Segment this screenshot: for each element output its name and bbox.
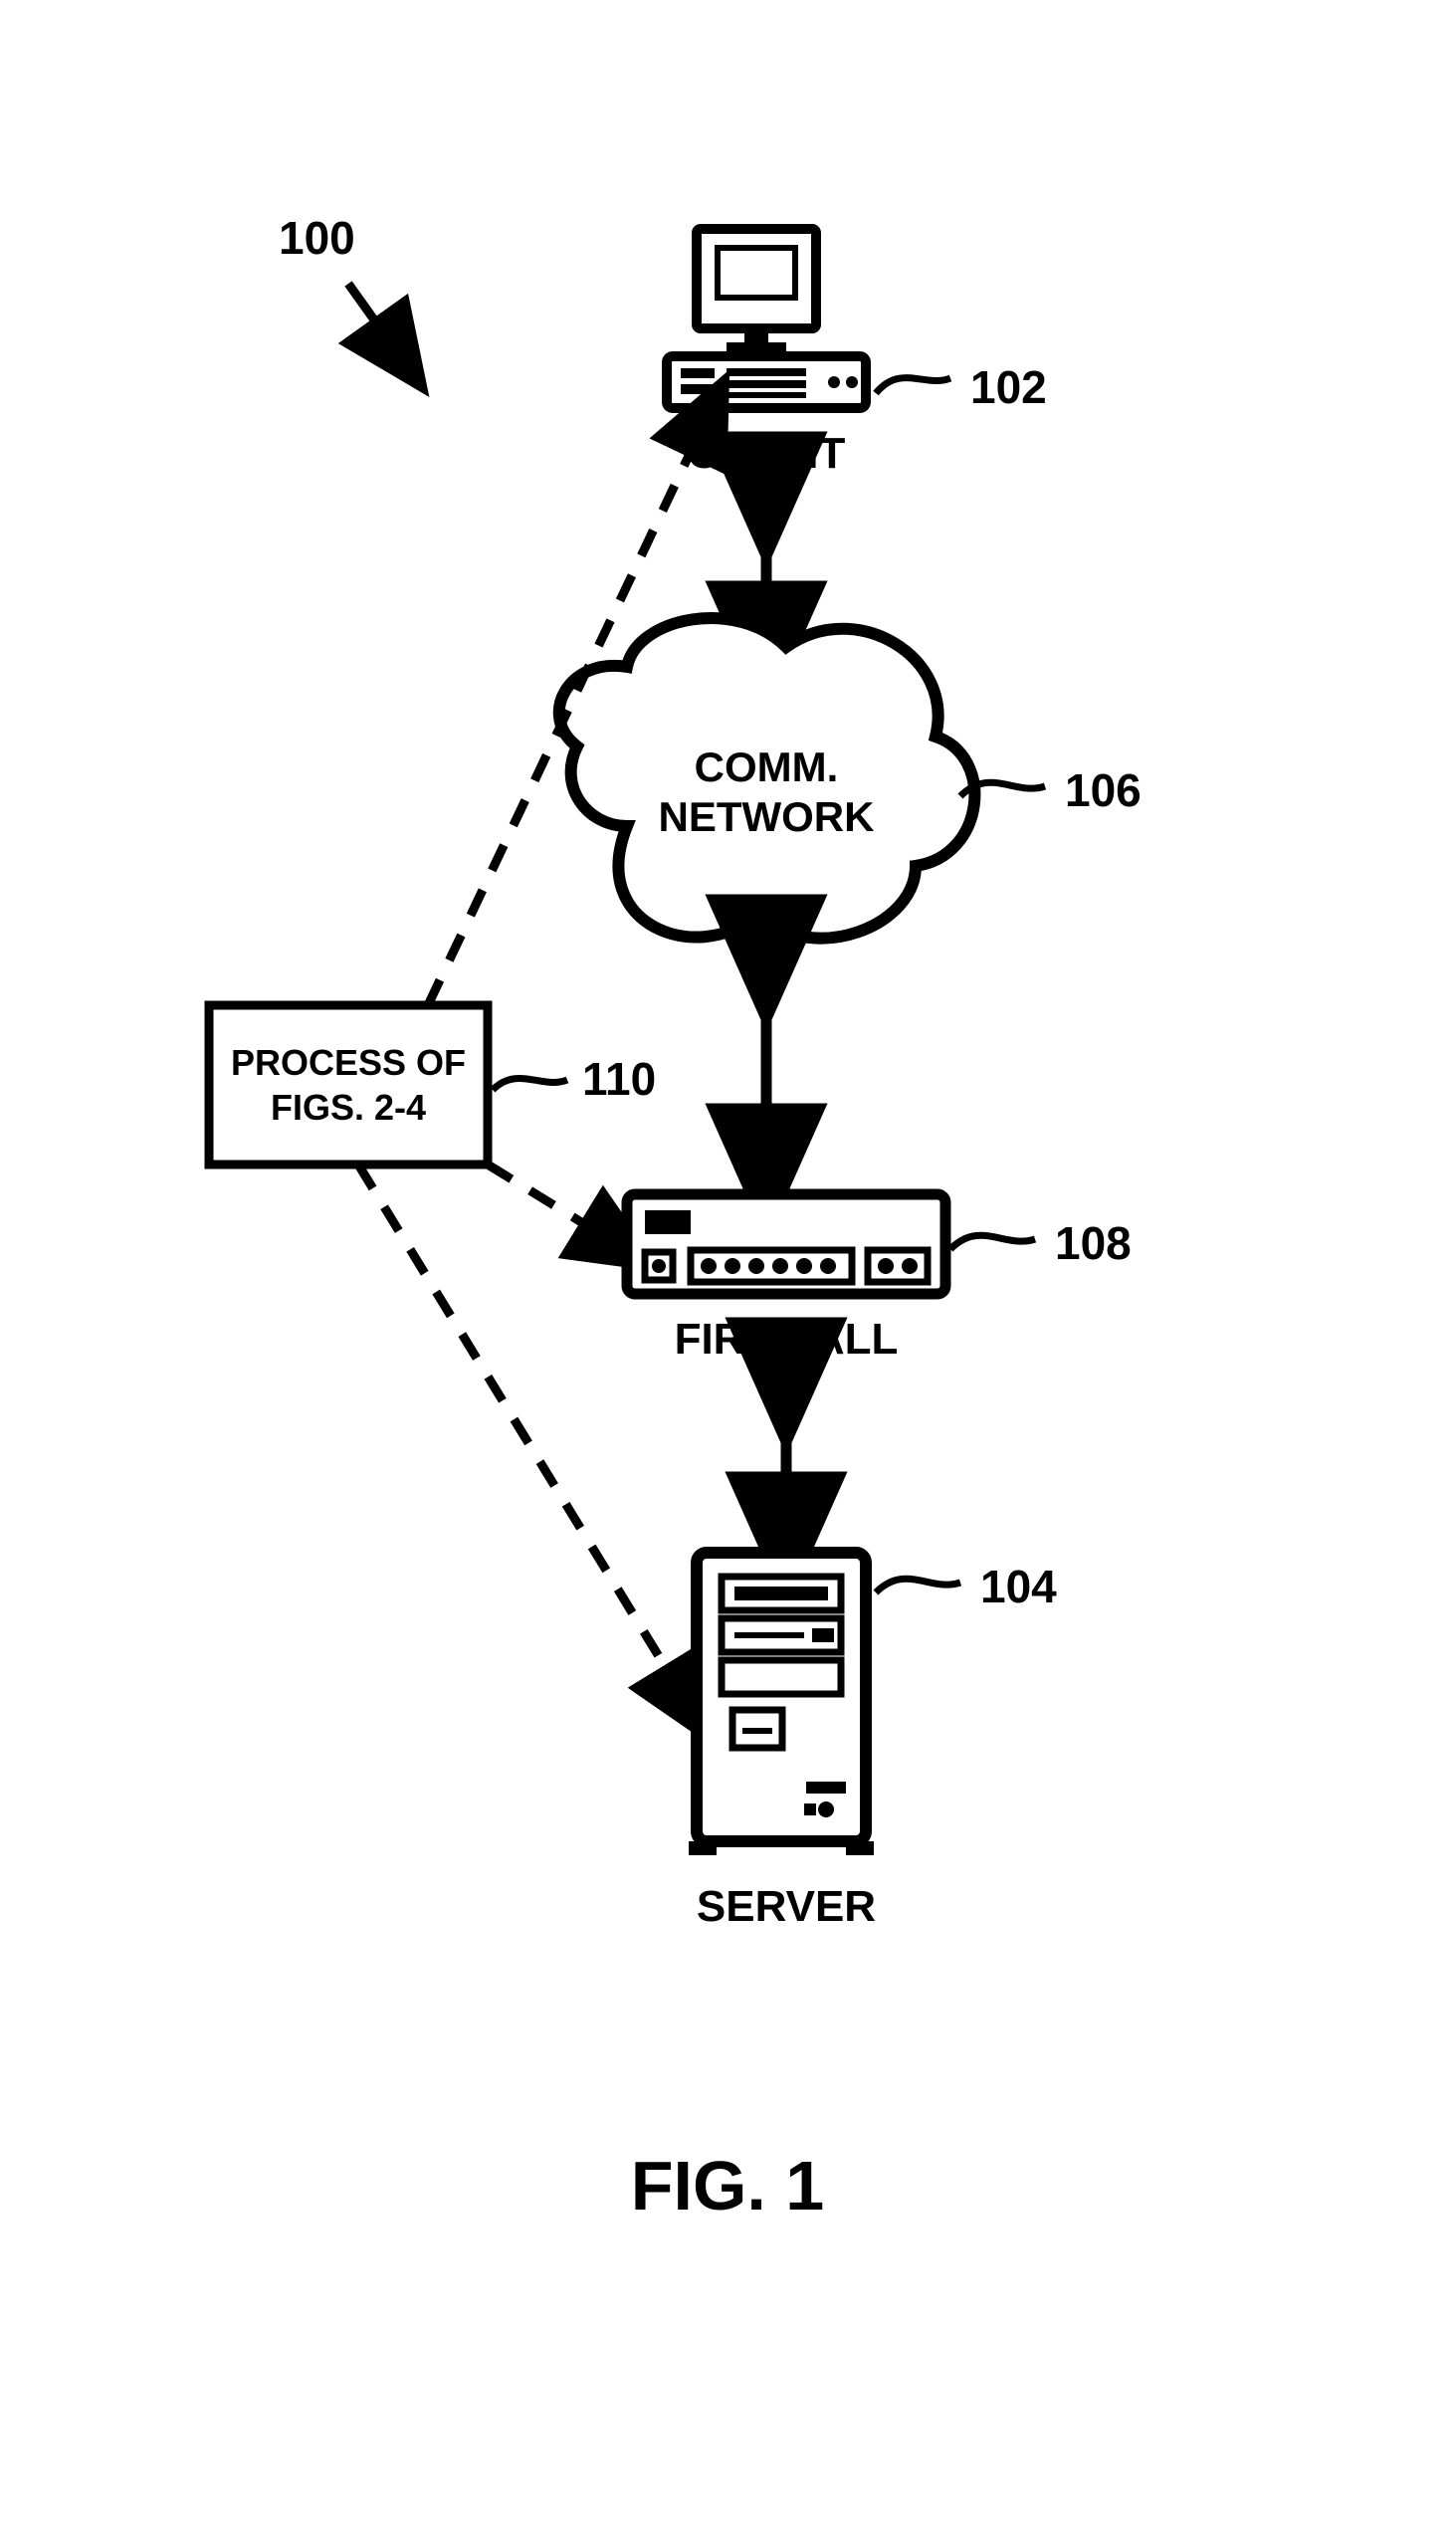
figure-caption: FIG. 1 [631,2147,824,2224]
figure-ref-100-text: 100 [279,212,355,264]
dashed-arrow-to-firewall [488,1165,617,1244]
firewall-ref: 108 [1055,1217,1132,1269]
firewall-label: FIREWALL [675,1315,899,1364]
lead-line-110 [493,1078,567,1090]
process-label-2: FIGS. 2-4 [271,1087,426,1128]
network-cloud-icon: COMM. NETWORK [559,618,975,939]
process-ref: 110 [582,1053,656,1105]
client-label: CLIENT [688,429,846,478]
server-label: SERVER [697,1882,876,1931]
process-label-1: PROCESS OF [231,1042,466,1083]
lead-line-108 [950,1235,1035,1249]
firewall-icon [627,1194,945,1294]
server-icon [689,1553,874,1855]
server-ref: 104 [980,1561,1057,1612]
figure-ref-100: 100 [279,212,398,353]
lead-line-102 [876,378,950,393]
lead-line-104 [876,1579,960,1592]
client-icon [667,229,866,408]
network-ref: 106 [1065,764,1142,816]
process-box: PROCESS OF FIGS. 2-4 [209,1005,488,1165]
network-label-1: COMM. [695,743,839,790]
network-label-2: NETWORK [659,793,875,840]
client-ref: 102 [970,361,1047,413]
